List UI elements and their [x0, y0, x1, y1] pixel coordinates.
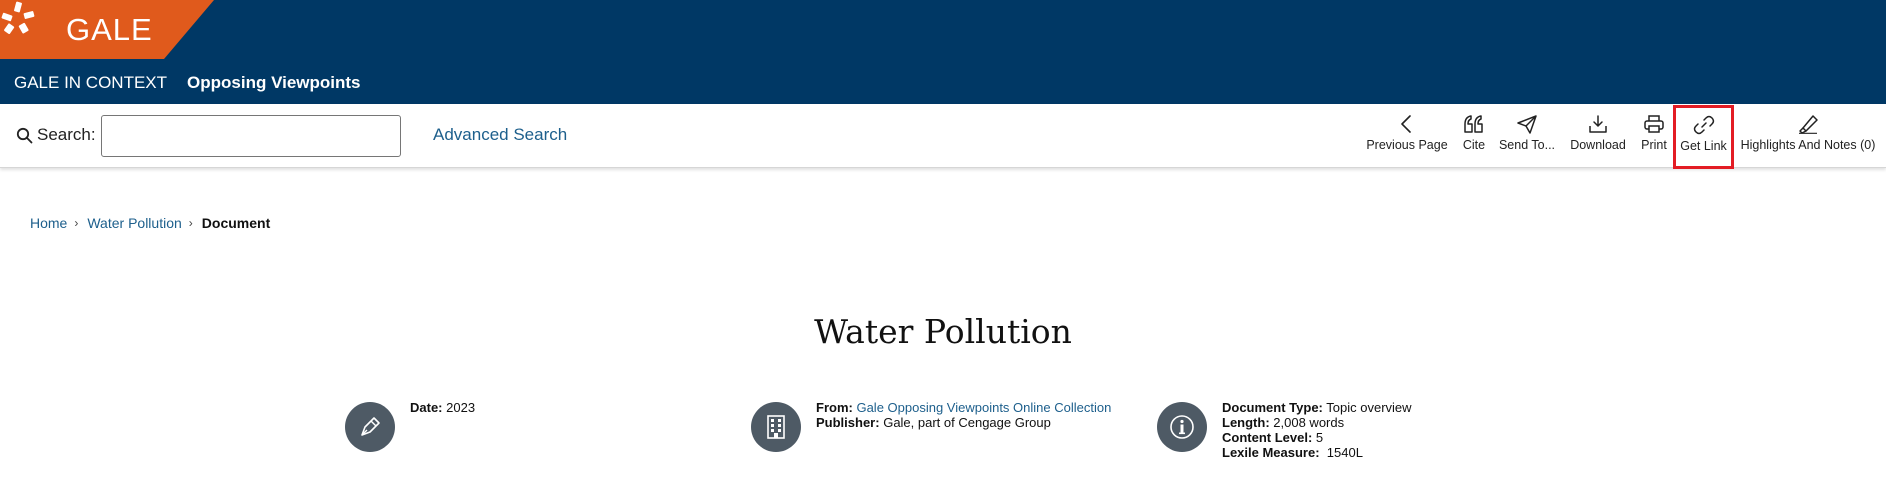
breadcrumb-home[interactable]: Home — [30, 215, 67, 231]
content-level-value: 5 — [1315, 430, 1324, 445]
document-title: Water Pollution — [814, 312, 1072, 351]
chevron-right-icon: › — [74, 216, 79, 230]
highlighter-icon — [1799, 115, 1818, 134]
download-label: Download — [1570, 138, 1626, 152]
length-label: Length: — [1222, 415, 1270, 430]
previous-page-label: Previous Page — [1366, 138, 1448, 152]
quote-icon — [1464, 115, 1483, 133]
breadcrumb-current: Document — [201, 215, 271, 231]
building-icon — [751, 402, 801, 452]
search-label-text: Search: — [37, 125, 96, 144]
length-value: 2,008 words — [1273, 415, 1345, 430]
platform-name[interactable]: GALE IN CONTEXT — [14, 73, 167, 92]
date-label: Date: — [410, 400, 443, 415]
previous-page-button[interactable]: Previous Page — [1364, 110, 1450, 164]
info-icon — [1157, 402, 1207, 452]
gale-logo[interactable]: GALE — [0, 0, 214, 59]
toolbar: Search: Advanced Search Previous Page Ci… — [0, 104, 1886, 169]
search-icon — [16, 127, 33, 143]
lexile-label: Lexile Measure: — [1222, 445, 1320, 460]
publisher-value: Gale, part of Cengage Group — [883, 415, 1051, 430]
from-label: From: — [816, 400, 853, 415]
chevron-right-icon: › — [188, 216, 193, 230]
get-link-label: Get Link — [1680, 139, 1727, 153]
from-collection-link[interactable]: Gale Opposing Viewpoints Online Collecti… — [856, 400, 1111, 415]
highlights-and-notes-button[interactable]: Highlights And Notes (0) — [1740, 110, 1876, 164]
send-to-button[interactable]: Send To... — [1497, 110, 1557, 164]
date-metadata: Date: 2023 — [345, 400, 476, 452]
search-input[interactable] — [101, 115, 401, 157]
chevron-left-icon — [1401, 115, 1411, 133]
pen-icon — [345, 402, 395, 452]
publisher-label: Publisher: — [816, 415, 880, 430]
document-info-metadata: Document Type: Topic overview Length: 2,… — [1157, 400, 1412, 460]
download-button[interactable]: Download — [1567, 110, 1629, 164]
link-icon — [1693, 115, 1714, 135]
breadcrumb: Home › Water Pollution › Document — [30, 215, 270, 231]
search-label: Search: — [16, 125, 96, 145]
download-icon — [1589, 115, 1607, 133]
printer-icon — [1644, 115, 1664, 133]
send-to-label: Send To... — [1498, 138, 1556, 152]
product-line: GALE IN CONTEXT Opposing Viewpoints — [14, 73, 361, 93]
gale-logo-icon — [1, 1, 35, 34]
highlights-and-notes-label: Highlights And Notes (0) — [1740, 138, 1876, 152]
breadcrumb-topic[interactable]: Water Pollution — [87, 215, 181, 231]
product-name[interactable]: Opposing Viewpoints — [187, 73, 360, 92]
source-metadata: From: Gale Opposing Viewpoints Online Co… — [751, 400, 1111, 452]
lexile-value: 1540L — [1326, 445, 1363, 460]
doctype-value: Topic overview — [1326, 400, 1412, 415]
cite-button[interactable]: Cite — [1459, 110, 1489, 164]
logo-text: GALE — [66, 12, 153, 47]
print-label: Print — [1641, 138, 1667, 152]
cite-label: Cite — [1462, 138, 1486, 152]
site-header: GALE GALE IN CONTEXT Opposing Viewpoints — [0, 0, 1886, 104]
paper-plane-icon — [1517, 115, 1537, 134]
print-button[interactable]: Print — [1639, 110, 1669, 164]
content-level-label: Content Level: — [1222, 430, 1313, 445]
advanced-search-link[interactable]: Advanced Search — [433, 125, 567, 145]
date-value: 2023 — [446, 400, 476, 415]
get-link-button[interactable]: Get Link — [1673, 105, 1734, 169]
doctype-label: Document Type: — [1222, 400, 1323, 415]
